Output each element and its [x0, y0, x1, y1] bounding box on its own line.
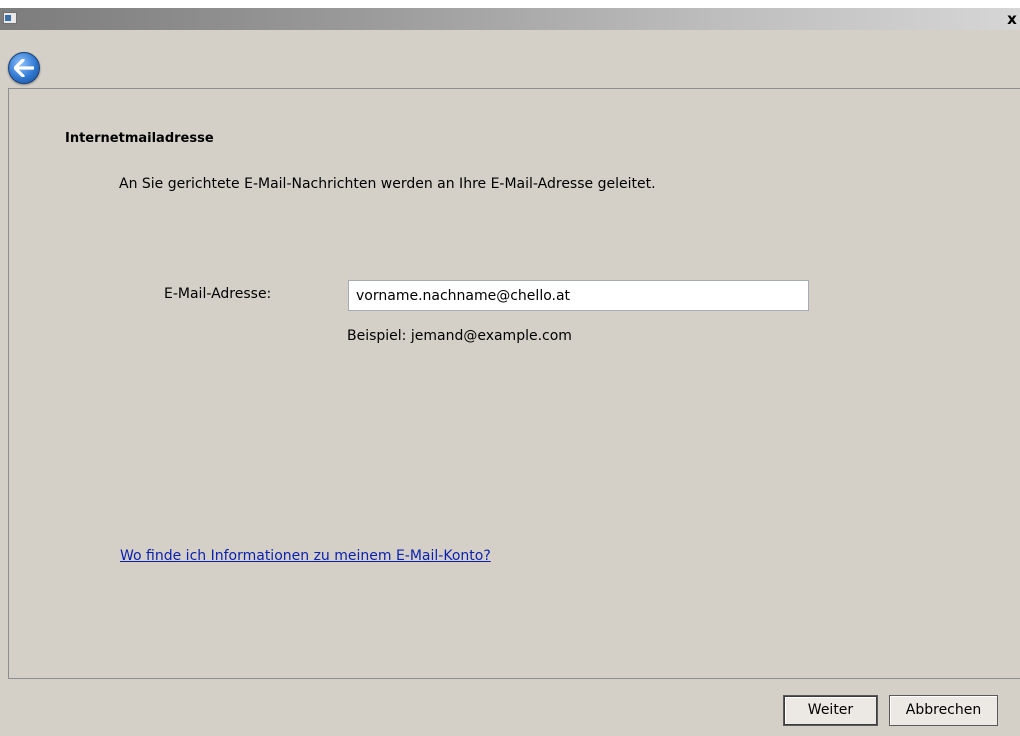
- app-icon: [3, 12, 17, 24]
- close-button[interactable]: x: [1004, 10, 1020, 28]
- email-field[interactable]: [348, 280, 809, 311]
- cancel-button[interactable]: Abbrechen: [889, 695, 998, 726]
- title-bar: x: [0, 8, 1020, 30]
- dialog-window: x Internetmailadresse An Sie gerichtete …: [0, 8, 1020, 736]
- next-button[interactable]: Weiter: [783, 695, 878, 726]
- email-account-help-link[interactable]: Wo finde ich Informationen zu meinem E-M…: [120, 548, 491, 564]
- content-panel: Internetmailadresse An Sie gerichtete E-…: [8, 88, 1020, 679]
- back-button[interactable]: [8, 52, 40, 84]
- page-title: Internetmailadresse: [65, 131, 214, 146]
- arrow-left-icon: [14, 59, 34, 77]
- email-example-hint: Beispiel: jemand@example.com: [347, 328, 572, 344]
- page-description: An Sie gerichtete E-Mail-Nachrichten wer…: [119, 176, 656, 192]
- email-label: E-Mail-Adresse:: [164, 286, 272, 302]
